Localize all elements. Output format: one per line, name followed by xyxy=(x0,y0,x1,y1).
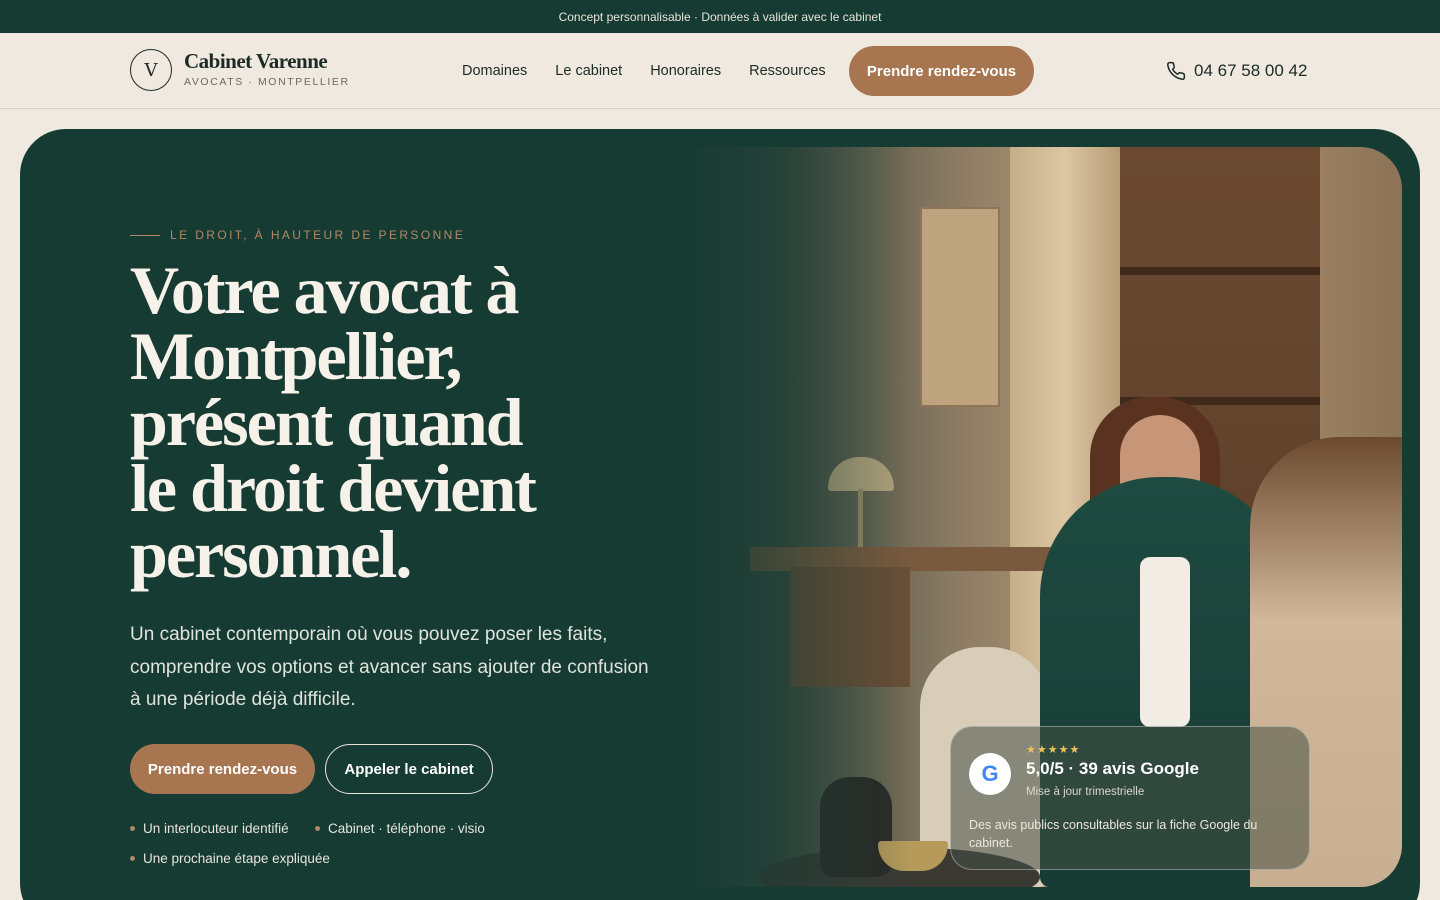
phone-link[interactable]: 04 67 58 00 42 xyxy=(1166,58,1307,84)
nav-item-domaines[interactable]: Domaines xyxy=(462,63,527,79)
headline-line: Montpellier, xyxy=(130,318,462,394)
google-logo-icon: G xyxy=(969,753,1011,795)
star-rating-icon: ★★★★★ xyxy=(1026,744,1081,756)
logo-mark[interactable]: V xyxy=(130,49,172,91)
phone-icon xyxy=(1167,61,1186,80)
hero-section: LE DROIT, À HAUTEUR DE PERSONNE Votre av… xyxy=(20,129,1420,900)
list-item: Cabinet · téléphone · visio xyxy=(315,821,485,836)
appointment-button[interactable]: Prendre rendez-vous xyxy=(130,744,315,794)
nav-item-ressources[interactable]: Ressources xyxy=(749,63,826,79)
call-office-button[interactable]: Appeler le cabinet xyxy=(325,744,493,794)
brand-name[interactable]: Cabinet Varenne xyxy=(184,49,328,74)
list-item: Une prochaine étape expliquée xyxy=(130,851,330,866)
bullet-dot xyxy=(315,826,320,831)
eyebrow-line xyxy=(130,234,160,236)
nav-item-le-cabinet[interactable]: Le cabinet xyxy=(555,63,622,79)
notice-text: Concept personnalisable · Données à vali… xyxy=(558,9,882,24)
review-updated: Mise à jour trimestrielle xyxy=(1026,786,1145,798)
bullet-dot xyxy=(130,826,135,831)
hero-lead: Un cabinet contemporain où vous pouvez p… xyxy=(130,624,649,710)
review-description: Des avis publics consultables sur la fic… xyxy=(969,818,1258,850)
main-nav: Domaines Le cabinet Honoraires Ressource… xyxy=(462,33,854,109)
phone-number: 04 67 58 00 42 xyxy=(1194,61,1308,80)
nav-item-honoraires[interactable]: Honoraires xyxy=(650,63,721,79)
top-notice-bar: Concept personnalisable · Données à vali… xyxy=(0,0,1440,33)
list-item: Un interlocuteur identifié xyxy=(130,821,289,836)
logo-letter: V xyxy=(144,59,158,81)
eyebrow-text: LE DROIT, À HAUTEUR DE PERSONNE xyxy=(170,228,466,242)
photo-wall-frame xyxy=(920,207,1000,407)
hero-eyebrow: LE DROIT, À HAUTEUR DE PERSONNE xyxy=(130,228,465,242)
header-appointment-button[interactable]: Prendre rendez-vous xyxy=(849,46,1034,96)
headline-line: personnel. xyxy=(130,516,412,592)
google-review-card[interactable]: G ★★★★★ 5,0/5 · 39 avis Google Mise à jo… xyxy=(950,726,1310,870)
brand-subtitle: AVOCATS · MONTPELLIER xyxy=(184,76,350,88)
headline-line: Votre avocat à xyxy=(130,252,519,328)
bullet-dot xyxy=(130,856,135,861)
site-header: V Cabinet Varenne AVOCATS · MONTPELLIER … xyxy=(0,33,1440,109)
headline-line: le droit devient xyxy=(130,450,537,526)
headline-line: présent quand xyxy=(130,384,524,460)
review-rating: 5,0/5 · 39 avis Google xyxy=(1026,759,1199,778)
hero-headline: Votre avocat à Montpellier, présent quan… xyxy=(130,252,670,592)
